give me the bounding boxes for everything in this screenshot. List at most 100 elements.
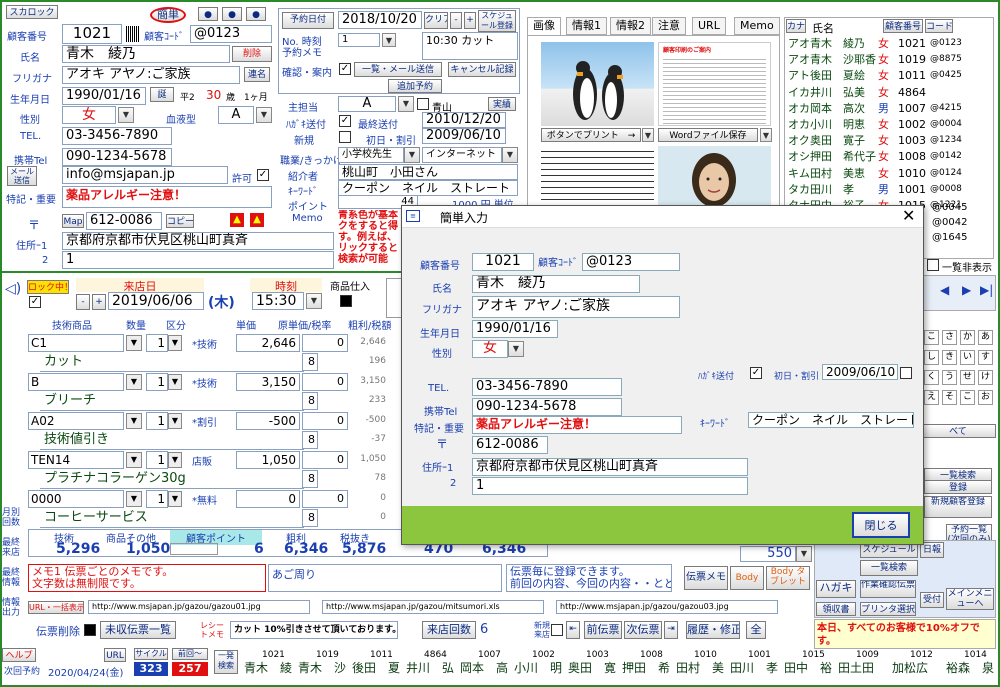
code-sort-button[interactable]: コード [925, 19, 953, 33]
url-list-button[interactable]: URL・一括表示 [28, 601, 84, 614]
bottom-customer-name[interactable]: 小川 明 [514, 659, 562, 676]
blood-dropdown[interactable]: ▼ [256, 107, 272, 123]
kana-field[interactable]: アオキ アヤノ:ご家族 [62, 66, 240, 84]
main-staff-dropdown[interactable]: ▼ [398, 96, 414, 112]
clear-button[interactable]: クリア [424, 12, 448, 29]
cycle-label[interactable]: サイクル [134, 648, 168, 660]
bottom-customer-name[interactable]: 田村 美 [676, 659, 724, 676]
dialog-kana-field[interactable]: アオキ アヤノ:ご家族 [472, 296, 680, 318]
kana-sort-button[interactable]: カナ [786, 19, 806, 33]
customer-code-field[interactable]: @0123 [190, 25, 272, 43]
plus-button[interactable]: + [464, 12, 476, 29]
addr1-field[interactable]: 京都府京都市伏見区桃山町真斉 [62, 232, 334, 250]
qty-dropdown[interactable]: ▼ [168, 374, 182, 390]
printer-select-button[interactable]: プリンタ選択 [860, 602, 916, 616]
work-check-button[interactable]: 作業確認伝票 [860, 580, 916, 598]
permit-checkbox[interactable]: ✓ [257, 169, 269, 181]
list-item[interactable]: アオ 青木 綾乃女 1021 @0123 [786, 36, 992, 51]
last-slip-button[interactable]: ⇥ [664, 621, 678, 639]
change-dropdown[interactable]: ▼ [796, 546, 812, 562]
date-prev-button[interactable]: - [76, 294, 90, 310]
bottom-customer-name[interactable]: 奥田 寛 [568, 659, 616, 676]
bottom-customer-name[interactable]: 加松広 [892, 659, 928, 676]
goods-checkbox[interactable] [340, 295, 352, 307]
tax-rate-field[interactable]: 8 [302, 353, 318, 371]
dot-button-1[interactable]: ● [198, 7, 218, 21]
gender-dropdown[interactable]: ▼ [118, 107, 134, 123]
last-visit-label[interactable]: 最終来店 [2, 538, 26, 558]
url3-field[interactable]: http://www.msjapan.jp/gazou/gazou03.jpg [556, 600, 778, 614]
job-field[interactable]: 小学校先生 [338, 147, 404, 163]
last-info-label[interactable]: 最終情報 [2, 568, 26, 588]
aoyama-checkbox[interactable] [417, 98, 429, 110]
lock-checkbox[interactable]: ✓ [29, 296, 41, 308]
qty-field[interactable]: 1 [146, 412, 168, 430]
price-field[interactable]: 0 [236, 490, 300, 508]
first-date-field[interactable]: 2009/06/10 [422, 128, 506, 144]
new-visit-checkbox[interactable] [551, 624, 563, 636]
item-dropdown[interactable]: ▼ [126, 335, 142, 351]
list-item[interactable]: オシ 押田 希代子女 1008 @0142 [786, 149, 992, 164]
item-code-field[interactable]: TEN14 [28, 451, 124, 469]
bottom-customer-name[interactable]: 裕森 泉 [946, 659, 994, 676]
list-item[interactable]: オカ 小川 明恵女 1002 @0004 [786, 117, 992, 132]
price-field[interactable]: 2,646 [236, 334, 300, 352]
word-save-button[interactable]: Wordファイル保存 [658, 128, 758, 142]
add-reserve-button[interactable]: 追加予約 [388, 79, 442, 93]
bottom-customer-name[interactable]: 青木 綾 [244, 659, 292, 676]
dialog-tel-field[interactable]: 03-3456-7890 [472, 378, 622, 396]
main-staff-field[interactable]: A [338, 96, 396, 112]
date-next-button[interactable]: + [92, 294, 106, 310]
dialog-customer-no-field[interactable]: 1021 [472, 253, 534, 271]
qty-dropdown[interactable]: ▼ [168, 491, 182, 507]
time-dropdown[interactable]: ▼ [306, 293, 322, 309]
postcard-button[interactable]: ハガキ [816, 580, 856, 598]
gender-field[interactable]: 女 [62, 106, 116, 124]
info-output-label[interactable]: 情報出力 [2, 598, 26, 618]
help-button[interactable]: ヘルプ [2, 648, 36, 662]
url-button[interactable]: URL [104, 648, 126, 662]
kana-key[interactable]: せ [960, 370, 975, 385]
trigger-field[interactable]: インターネット [422, 147, 502, 163]
list-search2-button[interactable]: 一覧検索 [860, 560, 918, 576]
kana-key[interactable]: け [978, 370, 993, 385]
prev-record-icon[interactable]: ◀ [940, 283, 949, 297]
postcard-checkbox[interactable]: ✓ [339, 115, 351, 127]
item-dropdown[interactable]: ▼ [126, 374, 142, 390]
bottom-customer-name[interactable]: 青木 沙 [298, 659, 346, 676]
visit-date-field[interactable]: 2019/06/06 [108, 292, 204, 310]
dialog-notes-field[interactable]: 薬品アレルギー注意！ [472, 416, 682, 434]
customer-no-field[interactable]: 1021 [62, 24, 122, 44]
cost-field[interactable]: 0 [302, 334, 348, 352]
no-dropdown[interactable]: ▼ [382, 33, 396, 47]
trigger-dropdown[interactable]: ▼ [502, 147, 518, 163]
new-checkbox[interactable] [339, 131, 351, 143]
item-dropdown[interactable]: ▼ [126, 452, 142, 468]
tax-rate-field[interactable]: 8 [302, 431, 318, 449]
tab-url[interactable]: URL [692, 17, 726, 35]
last-record-icon[interactable]: ▶| [980, 283, 993, 297]
bottom-customer-name[interactable]: 田土田 [838, 659, 874, 676]
qty-dropdown[interactable]: ▼ [168, 413, 182, 429]
cost-field[interactable]: 0 [302, 451, 348, 469]
kana-key[interactable]: そ [942, 390, 957, 405]
zip-field[interactable]: 612-0086 [86, 212, 162, 230]
main-menu-button[interactable]: メインメニューへ [946, 588, 994, 610]
lock-button[interactable]: ロック中！ [27, 280, 69, 294]
dialog-addr1-field[interactable]: 京都府京都市伏見区桃山町真斉 [472, 458, 748, 476]
simple-input-button[interactable]: 簡単 [150, 7, 186, 23]
dot-button-2[interactable]: ● [222, 7, 242, 21]
portrait-image[interactable] [658, 146, 771, 208]
memo1-field[interactable]: メモ1 伝票ごとのメモです。 文字数は無制限です。 [28, 564, 266, 592]
list-item[interactable]: アオ 青木 沙耶香女 1019 @8875 [786, 52, 992, 67]
next-record-icon[interactable]: ▶ [962, 283, 971, 297]
job-dropdown[interactable]: ▼ [404, 147, 420, 163]
tab-info2[interactable]: 情報2 [610, 17, 651, 35]
last-sent-field[interactable]: 2010/12/20 [422, 112, 506, 128]
mobile-field[interactable]: 090-1234-5678 [62, 148, 172, 166]
reserve-date-button[interactable]: 予約日付 [282, 12, 334, 29]
dialog-mobile-field[interactable]: 090-1234-5678 [472, 398, 622, 416]
document-image[interactable]: 顧客印刷のご案内 [658, 42, 771, 126]
receipt-memo-field[interactable]: カット 10%引きさせて頂いております。 [230, 621, 398, 639]
bottom-customer-name[interactable]: 後田 夏 [352, 659, 400, 676]
